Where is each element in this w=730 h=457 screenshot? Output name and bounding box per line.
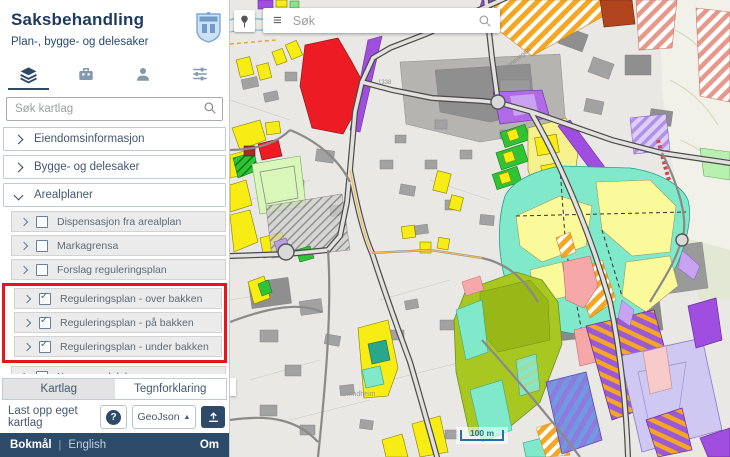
section-label: Bygge- og delesaker xyxy=(34,161,139,173)
upload-button[interactable] xyxy=(201,406,225,428)
tab-tegnforklaring[interactable]: Tegnforklaring xyxy=(115,379,227,399)
language-bokmal[interactable]: Bokmål xyxy=(10,439,52,451)
scale-bar: 100 m xyxy=(456,427,508,444)
format-select[interactable]: GeoJson ▲ xyxy=(132,405,196,429)
layers-icon xyxy=(19,65,38,84)
divider: | xyxy=(59,439,62,451)
tab-map-layers[interactable] xyxy=(0,58,57,90)
menu-icon[interactable]: ≡ xyxy=(273,12,282,29)
upload-label: Last opp eget kartlag xyxy=(8,405,95,429)
app-subtitle: Plan-, bygge- og delesaker xyxy=(11,36,219,48)
chevron-right-icon xyxy=(20,372,28,374)
section-label: Eiendomsinformasjon xyxy=(34,133,145,145)
layer-label: Markagrensa xyxy=(57,240,118,252)
layer-reguleringsplan-over-bakken[interactable]: Reguleringsplan - over bakken xyxy=(14,288,222,309)
layer-dispensasjon[interactable]: Dispensasjon fra arealplan xyxy=(11,211,226,232)
footer-bar: Bokmål | English Om xyxy=(0,433,229,457)
layer-kommunedelplaner[interactable]: Kommunedelplaner xyxy=(11,366,226,374)
chevron-right-icon xyxy=(23,318,31,326)
tab-user[interactable] xyxy=(115,58,172,90)
section-label: Arealplaner xyxy=(34,189,93,201)
search-icon[interactable] xyxy=(478,14,492,28)
sliders-icon xyxy=(191,65,209,83)
layer-label: Forslag reguleringsplan xyxy=(57,264,167,276)
map-search-input[interactable] xyxy=(291,13,478,29)
map-canvas[interactable]: 1338 Strindheim gensvegen xyxy=(230,0,730,457)
layer-checkbox[interactable] xyxy=(36,264,48,276)
layer-checkbox[interactable] xyxy=(39,293,51,305)
app-title: Saksbehandling xyxy=(11,10,219,30)
section-arealplaner[interactable]: Arealplaner xyxy=(3,183,226,207)
chevron-right-icon xyxy=(20,217,28,225)
sidebar-icon-tabs xyxy=(0,58,229,90)
upload-icon xyxy=(207,411,220,424)
edge-control[interactable] xyxy=(230,378,236,396)
layer-label: Dispensasjon fra arealplan xyxy=(57,216,181,228)
layer-label: Reguleringsplan - på bakken xyxy=(60,317,194,329)
section-bygge-og-delesaker[interactable]: Bygge- og delesaker xyxy=(3,155,226,179)
pin-icon xyxy=(239,15,250,28)
section-eiendomsinformasjon[interactable]: Eiendomsinformasjon xyxy=(3,127,226,151)
layer-checkbox[interactable] xyxy=(39,341,51,353)
layer-tree: Eiendomsinformasjon Bygge- og delesaker … xyxy=(0,125,229,374)
layer-markagrensa[interactable]: Markagrensa xyxy=(11,235,226,256)
tab-settings[interactable] xyxy=(172,58,229,90)
chevron-right-icon xyxy=(23,342,31,350)
layer-reguleringsplan-under-bakken[interactable]: Reguleringsplan - under bakken xyxy=(14,336,222,357)
layer-checkbox[interactable] xyxy=(39,317,51,329)
tab-cases[interactable] xyxy=(57,58,114,90)
format-value: GeoJson xyxy=(138,411,180,423)
chevron-right-icon xyxy=(20,265,28,273)
chevron-right-icon xyxy=(23,294,31,302)
about-link[interactable]: Om xyxy=(200,439,219,451)
municipality-logo xyxy=(196,12,221,43)
layer-label: Reguleringsplan - over bakken xyxy=(60,293,202,305)
map-search-bar: ≡ xyxy=(263,8,500,33)
question-icon: ? xyxy=(106,410,121,425)
chevron-right-icon xyxy=(14,162,24,172)
layer-forslag-reguleringsplan[interactable]: Forslag reguleringsplan xyxy=(11,259,226,280)
map-container: 1338 Strindheim gensvegen ≡ 100 m xyxy=(230,0,730,457)
layer-label: Reguleringsplan - under bakken xyxy=(60,341,209,353)
layer-search-input[interactable] xyxy=(6,97,223,121)
person-icon xyxy=(134,65,152,83)
search-icon xyxy=(203,101,217,115)
layer-checkbox[interactable] xyxy=(36,240,48,252)
help-button[interactable]: ? xyxy=(100,405,127,429)
place-label: Strindheim xyxy=(342,391,376,398)
chevron-right-icon xyxy=(20,241,28,249)
layer-search xyxy=(6,97,223,121)
bottom-tabs: Kartlag Tegnforklaring xyxy=(2,378,227,400)
sidebar-panel: Saksbehandling Plan-, bygge- og delesake… xyxy=(0,0,230,457)
layer-checkbox[interactable] xyxy=(36,216,48,228)
briefcase-icon xyxy=(77,65,95,83)
layer-checkbox[interactable] xyxy=(36,371,48,375)
caret-up-icon: ▲ xyxy=(184,414,191,421)
app-header: Saksbehandling Plan-, bygge- og delesake… xyxy=(0,0,229,54)
upload-row: Last opp eget kartlag ? GeoJson ▲ xyxy=(8,405,225,429)
layer-label: Kommunedelplaner xyxy=(57,371,148,375)
pin-button[interactable] xyxy=(234,10,255,32)
chevron-right-icon xyxy=(14,134,24,144)
layer-reguleringsplan-pa-bakken[interactable]: Reguleringsplan - på bakken xyxy=(14,312,222,333)
tab-kartlag[interactable]: Kartlag xyxy=(3,379,115,399)
chevron-down-icon xyxy=(14,190,24,200)
highlight-box: Reguleringsplan - over bakken Regulering… xyxy=(2,283,227,363)
language-english[interactable]: English xyxy=(68,439,106,451)
scale-bracket xyxy=(460,430,504,441)
building-number-label: 1338 xyxy=(378,80,392,86)
